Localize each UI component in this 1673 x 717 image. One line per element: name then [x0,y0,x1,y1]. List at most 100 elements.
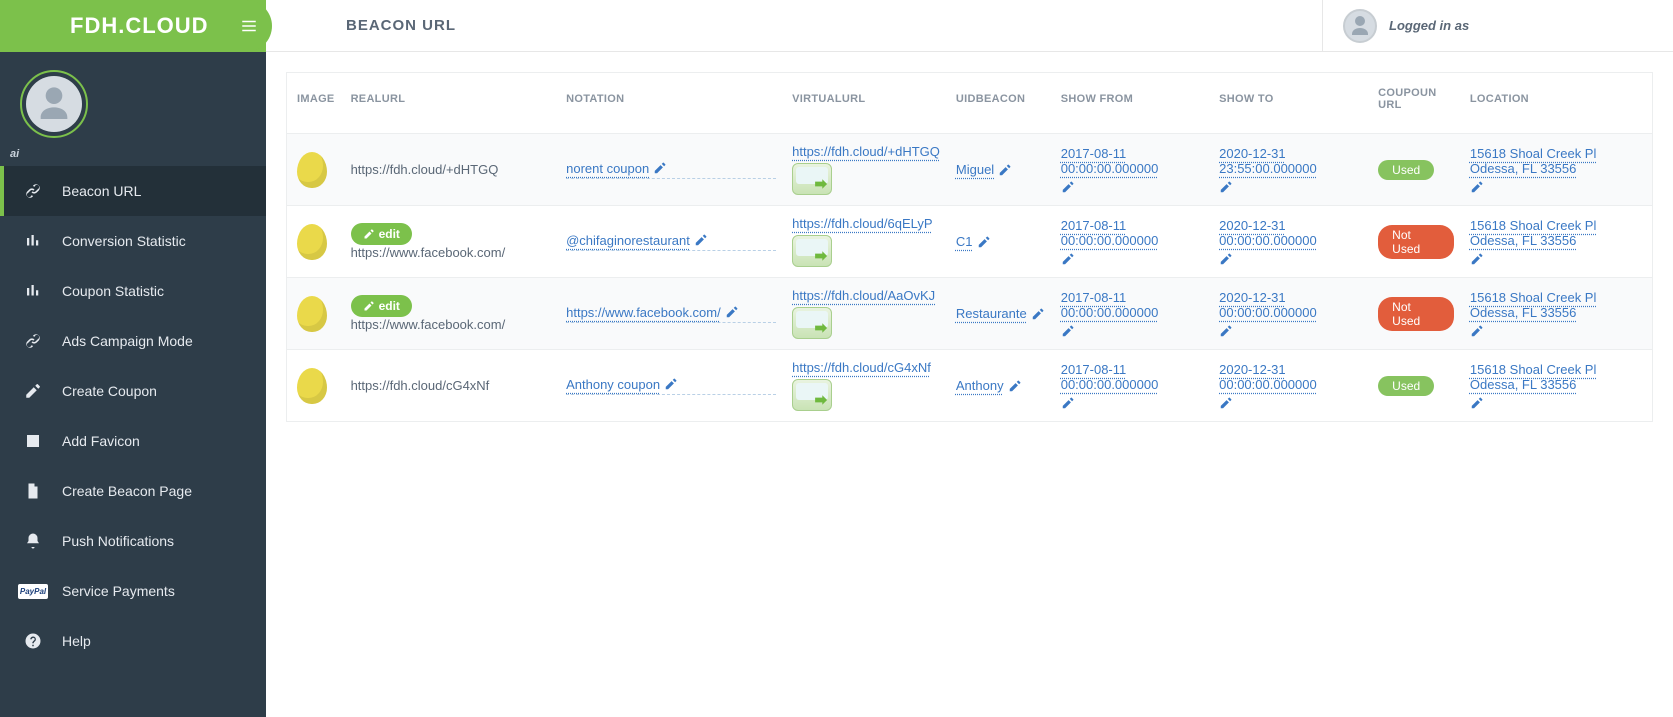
col-showfrom: SHOW FROM [1053,73,1211,134]
sidebar-item-service-payments[interactable]: PayPalService Payments [0,566,266,616]
showto-link[interactable]: 2020-12-31 00:00:00.000000 [1219,290,1362,320]
brand-logo[interactable]: FDH.CLOUD [70,13,209,39]
nav-label: Add Favicon [62,433,140,449]
uidbeacon-link[interactable]: C1 [956,234,973,249]
nav-label: Ads Campaign Mode [62,333,193,349]
virtualurl-link[interactable]: https://fdh.cloud/6qELyP [792,216,940,231]
edit-icon[interactable] [998,163,1012,177]
uidbeacon-link[interactable]: Miguel [956,162,994,177]
notation-link[interactable]: @chifaginorestaurant [566,233,690,248]
edit-icon[interactable] [1008,379,1022,393]
edit-icon [22,382,44,400]
showfrom-link[interactable]: 2017-08-11 00:00:00.000000 [1061,146,1203,176]
nav-label: Create Coupon [62,383,157,399]
bars-icon [22,232,44,250]
realurl-text: https://www.facebook.com/ [351,317,506,332]
col-realurl: REALURL [343,73,559,134]
edit-icon[interactable] [1470,252,1484,266]
location-link[interactable]: 15618 Shoal Creek Pl Odessa, FL 33556 [1470,290,1644,320]
edit-icon[interactable] [1061,396,1075,410]
sidebar-item-coupon-statistic[interactable]: Coupon Statistic [0,266,266,316]
edit-icon[interactable] [1219,252,1233,266]
edit-icon[interactable] [725,305,739,319]
topbar-right[interactable]: Logged in as [1323,0,1673,51]
paypal-icon: PayPal [22,584,44,599]
status-badge: Used [1378,160,1434,180]
beacon-image [297,152,327,188]
table-row: edithttps://www.facebook.com/https://www… [287,278,1652,350]
notation-link[interactable]: https://www.facebook.com/ [566,305,721,320]
user-icon [34,84,74,124]
location-link[interactable]: 15618 Shoal Creek Pl Odessa, FL 33556 [1470,218,1644,248]
edit-icon[interactable] [664,377,678,391]
sidebar-item-create-beacon-page[interactable]: Create Beacon Page [0,466,266,516]
showfrom-link[interactable]: 2017-08-11 00:00:00.000000 [1061,290,1203,320]
topbar-left: BEACON URL [266,0,1323,51]
uidbeacon-link[interactable]: Restaurante [956,306,1027,321]
refresh-icon[interactable] [792,379,832,411]
notation-link[interactable]: Anthony coupon [566,377,660,392]
location-link[interactable]: 15618 Shoal Creek Pl Odessa, FL 33556 [1470,146,1644,176]
avatar-ring[interactable] [20,70,88,138]
virtualurl-link[interactable]: https://fdh.cloud/cG4xNf [792,360,940,375]
topbar-avatar [1343,9,1377,43]
refresh-icon[interactable] [792,163,832,195]
virtualurl-link[interactable]: https://fdh.cloud/+dHTGQ [792,144,940,159]
page-icon [22,482,44,500]
edit-icon[interactable] [1219,324,1233,338]
col-showto: SHOW TO [1211,73,1370,134]
sidebar-item-create-coupon[interactable]: Create Coupon [0,366,266,416]
beacon-image [297,224,327,260]
content: IMAGE REALURL NOTATION VIRTUALURL UIDBEA… [266,52,1673,442]
sidebar-item-beacon-url[interactable]: Beacon URL [0,166,266,216]
col-virtualurl: VIRTUALURL [784,73,948,134]
showto-link[interactable]: 2020-12-31 00:00:00.000000 [1219,218,1362,248]
sidebar-item-ads-campaign-mode[interactable]: Ads Campaign Mode [0,316,266,366]
user-avatar-block [0,52,266,148]
edit-icon[interactable] [1470,180,1484,194]
link-icon [22,332,44,350]
edit-icon[interactable] [1470,324,1484,338]
edit-icon[interactable] [977,235,991,249]
edit-button[interactable]: edit [351,223,412,245]
col-notation: NOTATION [558,73,784,134]
uidbeacon-link[interactable]: Anthony [956,378,1004,393]
nav-label: Conversion Statistic [62,233,186,249]
table-row: https://fdh.cloud/+dHTGQnorent couponhtt… [287,134,1652,206]
image-icon [22,432,44,450]
edit-icon[interactable] [1061,252,1075,266]
sidebar-item-conversion-statistic[interactable]: Conversion Statistic [0,216,266,266]
beacon-image [297,296,327,332]
edit-icon[interactable] [653,161,667,175]
refresh-icon[interactable] [792,307,832,339]
refresh-icon[interactable] [792,235,832,267]
help-icon [22,632,44,650]
nav-label: Create Beacon Page [62,483,192,499]
sidebar-toggle-button[interactable] [226,0,272,52]
edit-icon[interactable] [1061,180,1075,194]
sidebar-item-push-notifications[interactable]: Push Notifications [0,516,266,566]
edit-icon[interactable] [694,233,708,247]
edit-button[interactable]: edit [351,295,412,317]
status-badge: Used [1378,376,1434,396]
location-link[interactable]: 15618 Shoal Creek Pl Odessa, FL 33556 [1470,362,1644,392]
showto-link[interactable]: 2020-12-31 00:00:00.000000 [1219,362,1362,392]
edit-icon[interactable] [1219,180,1233,194]
sidebar-item-help[interactable]: Help [0,616,266,666]
showfrom-link[interactable]: 2017-08-11 00:00:00.000000 [1061,362,1203,392]
edit-icon[interactable] [1219,396,1233,410]
sidebar-item-add-favicon[interactable]: Add Favicon [0,416,266,466]
virtualurl-link[interactable]: https://fdh.cloud/AaOvKJ [792,288,940,303]
realurl-text: https://fdh.cloud/cG4xNf [351,378,490,393]
brand-bar: FDH.CLOUD [0,0,266,52]
bell-icon [22,532,44,550]
edit-icon[interactable] [1470,396,1484,410]
nav-label: Coupon Statistic [62,283,164,299]
showto-link[interactable]: 2020-12-31 23:55:00.000000 [1219,146,1362,176]
col-location: LOCATION [1462,73,1652,134]
edit-icon[interactable] [1031,307,1045,321]
notation-link[interactable]: norent coupon [566,161,649,176]
beacon-image [297,368,327,404]
edit-icon[interactable] [1061,324,1075,338]
showfrom-link[interactable]: 2017-08-11 00:00:00.000000 [1061,218,1203,248]
